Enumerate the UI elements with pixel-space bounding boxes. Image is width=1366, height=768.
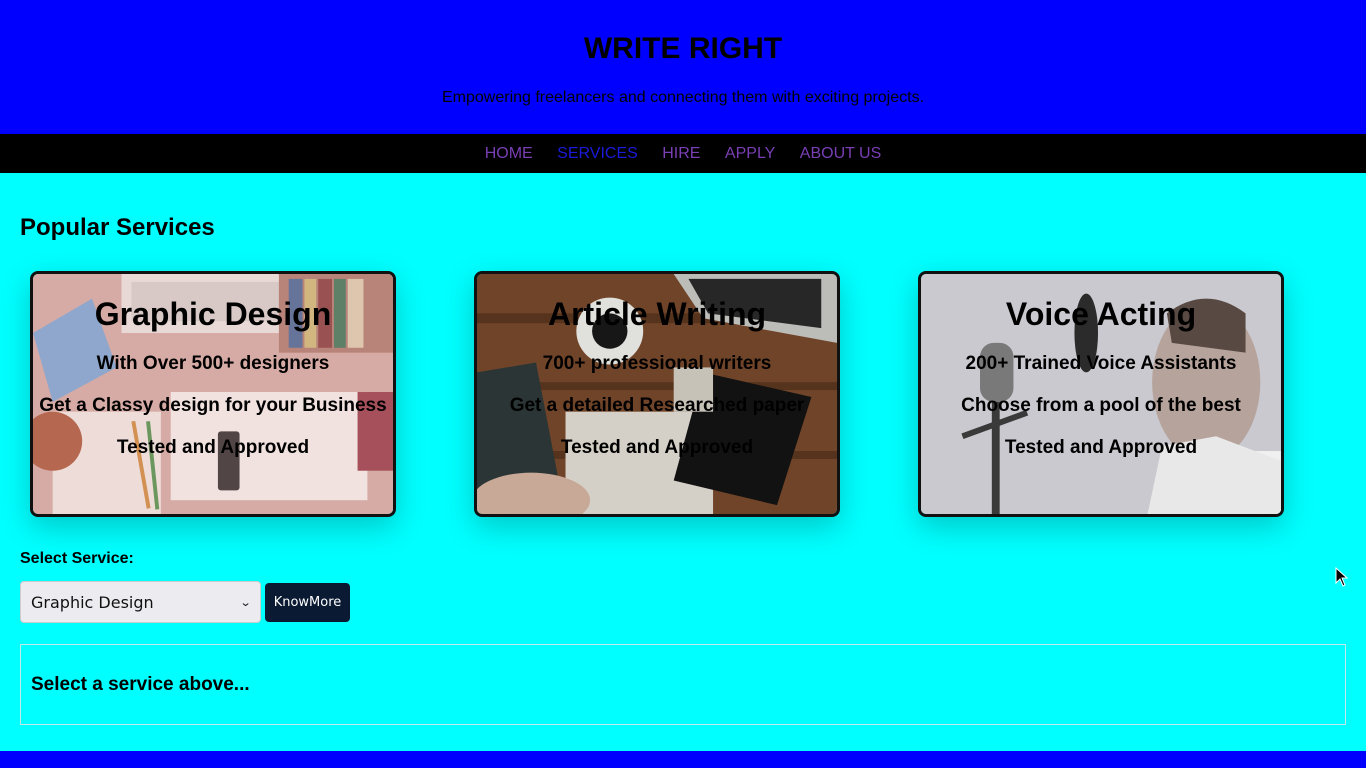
service-select[interactable]: Graphic Design ⌄ bbox=[20, 581, 261, 623]
mouse-cursor-icon bbox=[1335, 567, 1349, 587]
service-card-voice-acting[interactable]: Voice Acting 200+ Trained Voice Assistan… bbox=[918, 271, 1284, 517]
nav-item-services[interactable]: SERVICES bbox=[557, 145, 638, 162]
card-title: Article Writing bbox=[547, 296, 767, 332]
site-footer bbox=[0, 751, 1366, 768]
main-nav: HOME SERVICES HIRE APPLY ABOUT US bbox=[0, 134, 1366, 173]
know-more-button[interactable]: KnowMore bbox=[265, 582, 350, 622]
service-cards: Graphic Design With Over 500+ designers … bbox=[20, 271, 1346, 517]
site-header: WRITE RIGHT Empowering freelancers and c… bbox=[0, 0, 1366, 134]
select-row: Graphic Design ⌄ KnowMore bbox=[20, 581, 1346, 623]
site-tagline: Empowering freelancers and connecting th… bbox=[441, 89, 925, 106]
nav-item-apply[interactable]: APPLY bbox=[725, 145, 775, 162]
section-title: Popular Services bbox=[20, 214, 215, 241]
service-select-value: Graphic Design bbox=[31, 592, 154, 612]
service-card-article-writing[interactable]: Article Writing 700+ professional writer… bbox=[474, 271, 840, 517]
card-title: Graphic Design bbox=[94, 296, 332, 332]
nav-item-about-us[interactable]: ABOUT US bbox=[800, 145, 882, 162]
main-content: Popular Services Graphic Design With Ove… bbox=[0, 173, 1366, 725]
select-service-label: Select Service: bbox=[20, 550, 134, 567]
card-line: Tested and Approved bbox=[116, 437, 310, 458]
card-line: Get a detailed Researched paper bbox=[509, 395, 805, 416]
nav-item-hire[interactable]: HIRE bbox=[662, 145, 700, 162]
result-text: Select a service above... bbox=[31, 673, 250, 695]
site-title: WRITE RIGHT bbox=[583, 32, 783, 65]
nav-item-home[interactable]: HOME bbox=[485, 145, 533, 162]
card-line: Tested and Approved bbox=[1004, 437, 1198, 458]
service-card-graphic-design[interactable]: Graphic Design With Over 500+ designers … bbox=[30, 271, 396, 517]
card-line: 200+ Trained Voice Assistants bbox=[965, 353, 1237, 374]
card-line: 700+ professional writers bbox=[542, 353, 772, 374]
card-line: Choose from a pool of the best bbox=[961, 395, 1241, 416]
card-line: With Over 500+ designers bbox=[96, 353, 330, 374]
card-line: Get a Classy design for your Business bbox=[39, 395, 387, 416]
card-line: Tested and Approved bbox=[560, 437, 754, 458]
card-title: Voice Acting bbox=[1005, 296, 1197, 332]
chevron-down-icon: ⌄ bbox=[239, 595, 252, 609]
service-result-box: Select a service above... bbox=[20, 644, 1346, 725]
